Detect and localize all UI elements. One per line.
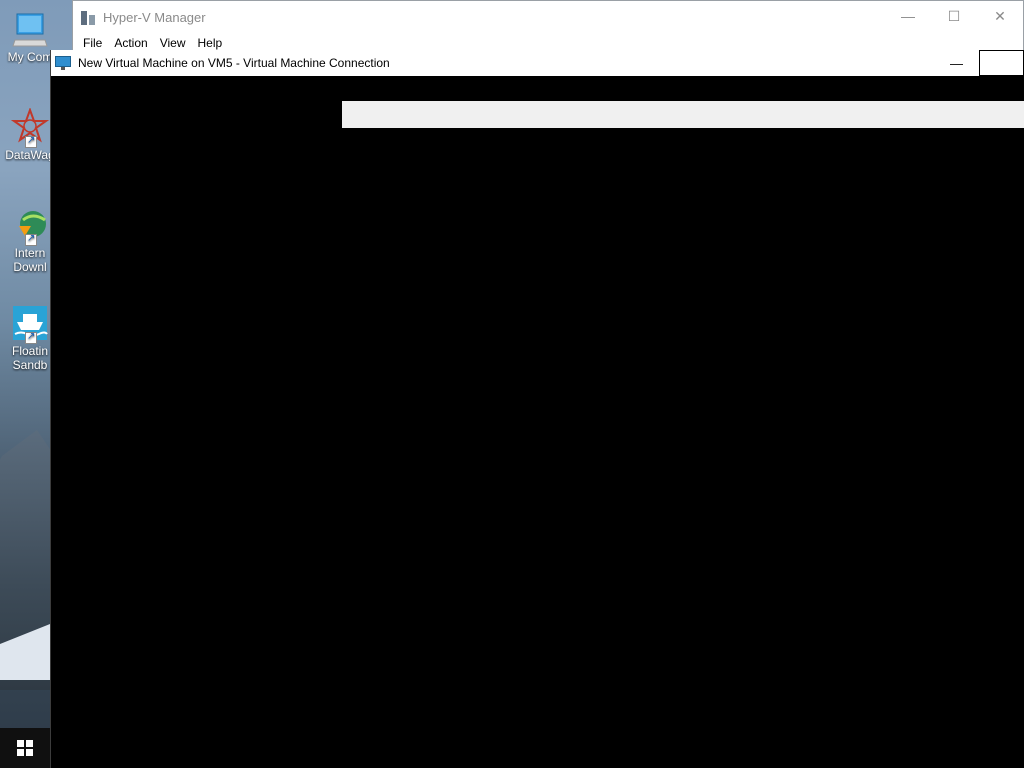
vm-titlebar[interactable]: New Virtual Machine on VM5 - Virtual Mac…	[51, 50, 1024, 76]
menu-help[interactable]: Help	[192, 36, 229, 50]
maximize-button[interactable]: ☐	[931, 1, 977, 31]
minimize-button[interactable]: —	[885, 1, 931, 31]
start-button[interactable]	[0, 728, 50, 768]
shortcut-arrow-icon	[25, 134, 37, 148]
shortcut-arrow-icon	[25, 330, 37, 344]
computer-icon	[11, 10, 49, 48]
vm-minimize-button[interactable]: —	[934, 50, 979, 76]
hyperv-app-icon	[81, 9, 97, 25]
menu-view[interactable]: View	[154, 36, 192, 50]
internet-download-icon	[11, 206, 49, 246]
hyperv-titlebar[interactable]: Hyper-V Manager — ☐ ✕	[73, 1, 1023, 33]
vm-connection-icon	[55, 56, 73, 70]
menu-action[interactable]: Action	[108, 36, 153, 50]
maximize-icon	[979, 50, 1024, 76]
windows-logo-icon	[17, 740, 33, 756]
hyperv-title: Hyper-V Manager	[103, 9, 206, 25]
vm-display[interactable]	[51, 76, 1024, 768]
vm-connection-window: New Virtual Machine on VM5 - Virtual Mac…	[50, 50, 1024, 768]
boot-progress-bar	[342, 101, 1024, 128]
menu-file[interactable]: File	[77, 36, 108, 50]
floating-sandbox-icon	[11, 304, 49, 344]
close-button[interactable]: ✕	[977, 1, 1023, 31]
datawagon-icon	[10, 107, 50, 148]
vm-title: New Virtual Machine on VM5 - Virtual Mac…	[78, 56, 390, 70]
shortcut-arrow-icon	[25, 232, 37, 246]
vm-maximize-button[interactable]	[979, 50, 1024, 76]
